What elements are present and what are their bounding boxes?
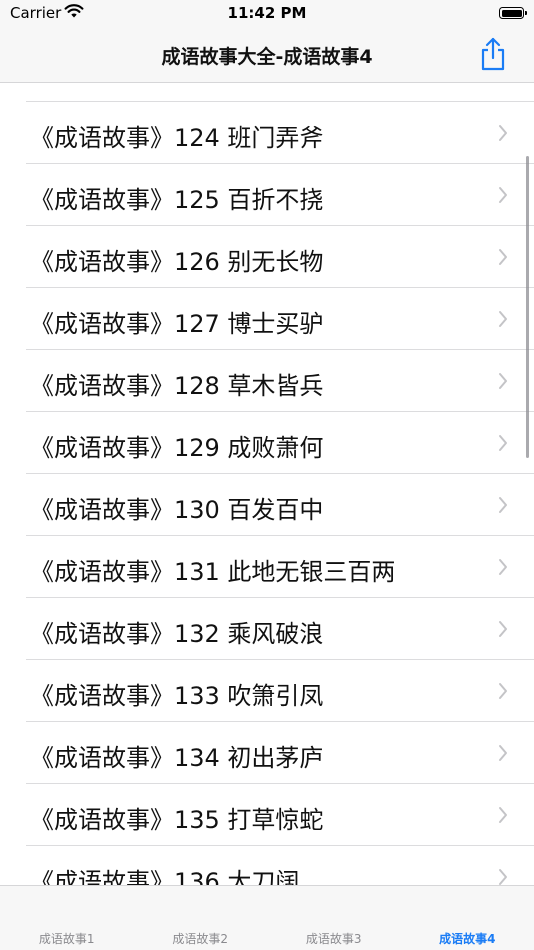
list-item[interactable]: 《成语故事》129 成败萧何 bbox=[0, 412, 534, 474]
chevron-right-icon bbox=[499, 683, 507, 699]
list-item[interactable]: 《成语故事》135 打草惊蛇 bbox=[0, 784, 534, 846]
app-screen: Carrier 11:42 PM 成语故事大全-成语故事4 《成语故事》124 … bbox=[0, 0, 534, 950]
chevron-right-icon bbox=[499, 497, 507, 513]
chevron-right-icon bbox=[499, 869, 507, 885]
chevron-right-icon bbox=[499, 125, 507, 141]
chevron-right-icon bbox=[499, 621, 507, 637]
chevron-right-icon bbox=[499, 373, 507, 389]
list-item[interactable]: 《成语故事》126 别无长物 bbox=[0, 226, 534, 288]
scroll-indicator[interactable] bbox=[526, 156, 529, 458]
page-title: 成语故事大全-成语故事4 bbox=[161, 46, 373, 68]
story-list[interactable]: 《成语故事》124 班门弄斧 《成语故事》125 百折不挠 《成语故事》126 别无… bbox=[0, 83, 534, 886]
list-item[interactable]: 《成语故事》124 班门弄斧 bbox=[0, 102, 534, 164]
list-item-label: 《成语故事》136 大刀阔 bbox=[30, 868, 300, 886]
tab-bar: 成语故事1 成语故事2 成语故事3 成语故事4 bbox=[0, 885, 534, 950]
list-item-label: 《成语故事》124 班门弄斧 bbox=[30, 124, 324, 152]
tab-4[interactable]: 成语故事4 bbox=[401, 930, 534, 947]
list-item[interactable]: 《成语故事》136 大刀阔 bbox=[0, 846, 534, 886]
list-item[interactable]: 《成语故事》133 吹箫引凤 bbox=[0, 660, 534, 722]
battery-icon bbox=[499, 7, 527, 19]
chevron-right-icon bbox=[499, 249, 507, 265]
list-item-label: 《成语故事》133 吹箫引凤 bbox=[30, 682, 324, 710]
list-item[interactable]: 《成语故事》127 博士买驴 bbox=[0, 288, 534, 350]
list-item[interactable]: 《成语故事》134 初出茅庐 bbox=[0, 722, 534, 784]
list-item-label: 《成语故事》134 初出茅庐 bbox=[30, 744, 324, 772]
status-bar: Carrier 11:42 PM bbox=[0, 0, 534, 30]
tab-3[interactable]: 成语故事3 bbox=[267, 930, 401, 947]
chevron-right-icon bbox=[499, 807, 507, 823]
chevron-right-icon bbox=[499, 311, 507, 327]
list-item-label: 《成语故事》131 此地无银三百两 bbox=[30, 558, 396, 586]
share-icon[interactable] bbox=[478, 36, 508, 72]
list-item-label: 《成语故事》132 乘风破浪 bbox=[30, 620, 324, 648]
list-item[interactable]: 《成语故事》132 乘风破浪 bbox=[0, 598, 534, 660]
chevron-right-icon bbox=[499, 187, 507, 203]
list-item-label: 《成语故事》128 草木皆兵 bbox=[30, 372, 324, 400]
tab-2[interactable]: 成语故事2 bbox=[134, 930, 268, 947]
list-item-label: 《成语故事》127 博士买驴 bbox=[30, 310, 324, 338]
list-item[interactable]: 《成语故事》128 草木皆兵 bbox=[0, 350, 534, 412]
list-item-label: 《成语故事》135 打草惊蛇 bbox=[30, 806, 324, 834]
list-item[interactable]: 《成语故事》125 百折不挠 bbox=[0, 164, 534, 226]
list-item-label: 《成语故事》130 百发百中 bbox=[30, 496, 324, 524]
chevron-right-icon bbox=[499, 745, 507, 761]
status-time: 11:42 PM bbox=[227, 4, 307, 22]
list-item-label: 《成语故事》129 成败萧何 bbox=[30, 434, 324, 462]
chevron-right-icon bbox=[499, 559, 507, 575]
list-item[interactable]: 《成语故事》131 此地无银三百两 bbox=[0, 536, 534, 598]
tab-1[interactable]: 成语故事1 bbox=[0, 930, 134, 947]
list-item[interactable]: 《成语故事》130 百发百中 bbox=[0, 474, 534, 536]
list-item-label: 《成语故事》125 百折不挠 bbox=[30, 186, 324, 214]
list-item-label: 《成语故事》126 别无长物 bbox=[30, 248, 324, 276]
chevron-right-icon bbox=[499, 435, 507, 451]
navigation-bar: 成语故事大全-成语故事4 bbox=[0, 30, 534, 83]
